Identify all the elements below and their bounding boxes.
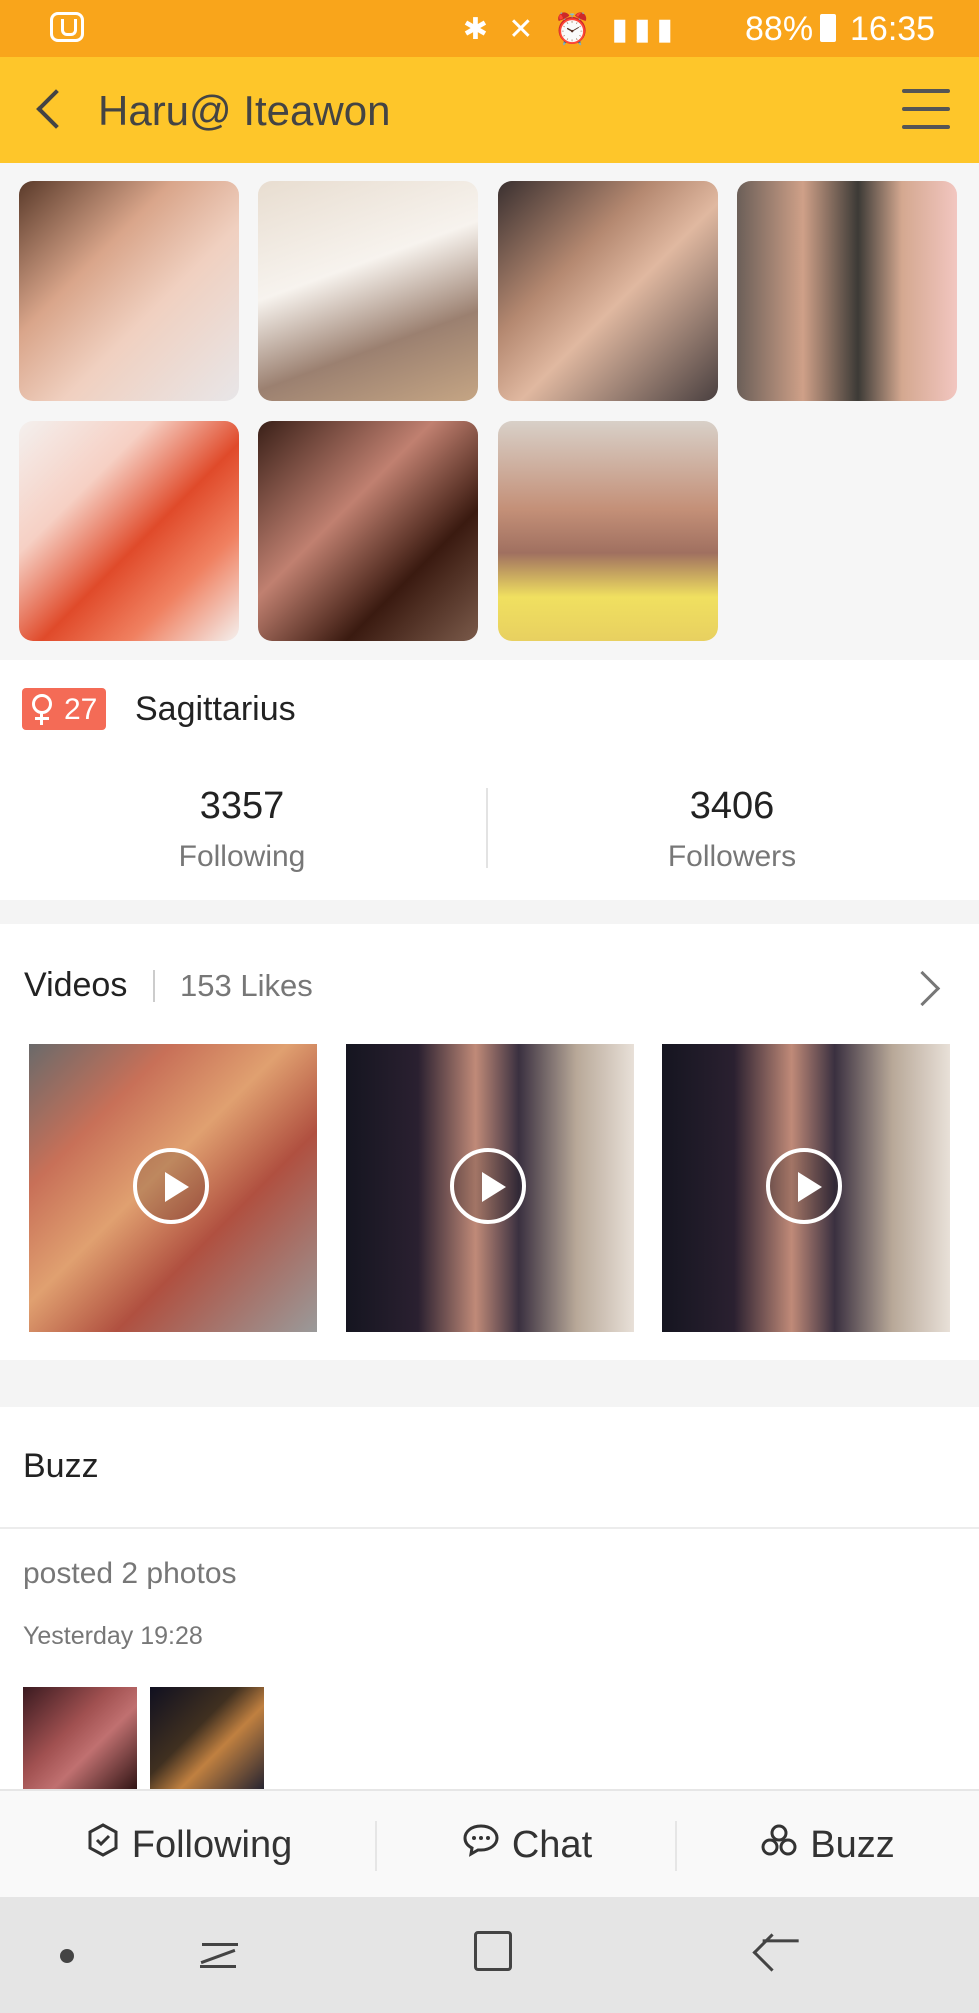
buzz-title: Buzz [23,1447,99,1485]
age-value: 27 [64,693,98,726]
action-divider [375,1821,377,1871]
profile-photo[interactable] [19,181,239,401]
stats-divider [486,788,488,868]
profile-title: Haru@ Iteawon [98,87,391,134]
play-icon[interactable] [133,1148,209,1224]
home-icon[interactable] [474,1931,512,1971]
buzz-section: Buzz posted 2 photos Yesterday 19:28 [0,1407,979,1793]
profile-photo[interactable] [498,421,718,641]
videos-separator [153,970,155,1002]
app-icon [50,12,84,42]
profile-photo[interactable] [258,181,478,401]
system-nav-bar [0,1897,979,2013]
video-thumbnail[interactable] [29,1044,317,1332]
followers-count[interactable]: 3406 [582,785,882,828]
following-button[interactable]: Following [0,1791,378,1899]
action-bar: Following Chat Buzz [0,1789,979,1899]
chat-button[interactable]: Chat [378,1791,676,1899]
buzz-circles-icon [760,1823,798,1867]
buzz-photo[interactable] [150,1687,264,1793]
buzz-button[interactable]: Buzz [676,1791,979,1899]
profile-photo[interactable] [19,421,239,641]
system-icons: ✱ ✕ ⏰ ▮▮▮ [462,13,679,46]
battery-percent: 88% [745,10,814,48]
chat-bubble-icon [462,1823,500,1867]
back-arrow-icon[interactable] [36,89,76,129]
play-icon[interactable] [766,1148,842,1224]
zodiac-sign: Sagittarius [135,690,296,728]
back-nav-icon[interactable] [752,1933,791,1972]
recent-apps-icon[interactable] [200,1935,238,1969]
age-badge: 27 [22,688,106,730]
video-thumbnail[interactable] [346,1044,634,1332]
videos-likes: 153 Likes [180,968,313,1003]
clock: 16:35 [850,10,936,48]
chevron-right-icon[interactable] [904,970,941,1007]
videos-title[interactable]: Videos [24,966,127,1005]
battery-icon [820,14,836,42]
video-thumbnail[interactable] [662,1044,950,1332]
buzz-post-text: posted 2 photos [23,1557,237,1590]
videos-section: Videos 153 Likes [0,924,979,1360]
hexagon-check-icon [86,1823,120,1867]
following-label[interactable]: Following [92,840,392,874]
menu-icon[interactable] [902,89,950,129]
buzz-post-time: Yesterday 19:28 [23,1622,203,1650]
play-icon[interactable] [450,1148,526,1224]
profile-photo[interactable] [258,421,478,641]
buzz-divider [0,1527,979,1529]
app-header: Haru@ Iteawon [0,57,979,163]
female-icon [32,694,52,725]
following-count[interactable]: 3357 [92,785,392,828]
profile-photo[interactable] [498,181,718,401]
buzz-button-label: Buzz [810,1823,895,1866]
photo-grid [0,163,979,660]
profile-info: 27 Sagittarius 3357 Following 3406 Follo… [0,660,979,900]
profile-photo[interactable] [737,181,957,401]
buzz-photo[interactable] [23,1687,137,1793]
followers-label[interactable]: Followers [582,840,882,874]
nav-dot-icon[interactable] [60,1949,74,1963]
chat-button-label: Chat [511,1823,593,1866]
following-button-label: Following [131,1823,293,1866]
status-bar: ✱ ✕ ⏰ ▮▮▮ 88% 16:35 [0,0,979,57]
